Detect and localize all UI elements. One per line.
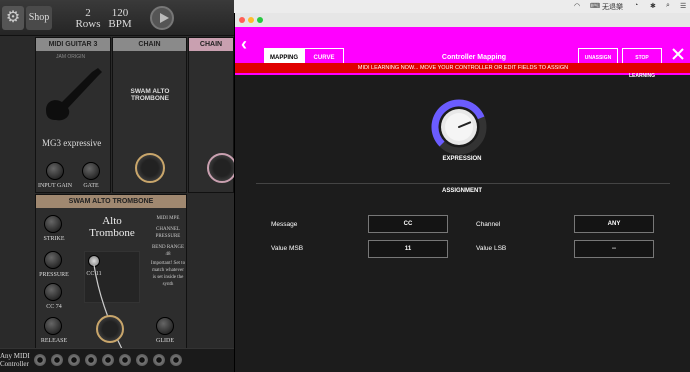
rows-label: Rows xyxy=(75,18,101,30)
bend-range-label: BEND RANGE 48 xyxy=(151,245,185,257)
zoom-window-icon[interactable] xyxy=(257,17,263,23)
midi-guitar-panel[interactable]: MIDI GUITAR 3 JAM ORIGIN MG3 expressive … xyxy=(35,37,111,193)
section-divider xyxy=(256,183,670,184)
chain-panel-2[interactable]: CHAIN xyxy=(188,37,237,193)
input-jack[interactable] xyxy=(153,354,165,366)
volume-icon[interactable]: ◔ xyxy=(634,2,638,9)
input-jack[interactable] xyxy=(51,354,63,366)
any-midi-label: Any MIDI Controller xyxy=(0,352,30,368)
chain-jack[interactable] xyxy=(135,153,165,183)
mpe-label: MIDI MPE xyxy=(156,216,180,221)
learning-banner: MIDI LEARNING NOW... MOVE YOUR CONTROLLE… xyxy=(235,63,690,73)
input-method-label[interactable]: 无退樂 xyxy=(602,2,623,12)
system-menubar: ◠ ⌨ 无退樂 ◔ ✱ ⌕ ☰ xyxy=(234,0,690,13)
window-titlebar xyxy=(235,13,690,27)
control-center-icon[interactable]: ☰ xyxy=(680,2,686,10)
instrument-name-line1: Alto xyxy=(102,215,122,227)
search-icon[interactable]: ⌕ xyxy=(666,2,670,10)
chain-jack[interactable] xyxy=(207,153,237,183)
input-jack[interactable] xyxy=(68,354,80,366)
bpm-label: BPM xyxy=(108,18,132,30)
message-field[interactable]: CC xyxy=(368,215,448,233)
panel-title: CHAIN xyxy=(189,38,233,51)
value-lsb-label: Value LSB xyxy=(476,245,507,252)
controller-mapping-window: ‹ BACK MAPPING CURVE Controller Mapping … xyxy=(234,13,690,372)
cc74-knob[interactable] xyxy=(44,283,62,301)
close-icon[interactable] xyxy=(672,48,684,60)
instrument-name-line2: Trombone xyxy=(89,227,135,239)
minimize-window-icon[interactable] xyxy=(248,17,254,23)
gear-icon[interactable]: ⚙ xyxy=(2,6,24,30)
swam-jack[interactable] xyxy=(96,315,124,343)
play-button[interactable] xyxy=(150,6,174,30)
value-msb-label: Value MSB xyxy=(271,245,304,252)
shop-button[interactable]: Shop xyxy=(26,6,52,30)
input-jack[interactable] xyxy=(170,354,182,366)
glide-knob[interactable] xyxy=(156,317,174,335)
input-jack[interactable] xyxy=(102,354,114,366)
message-label: Message xyxy=(271,221,298,228)
bend-note: Important! Set to match whatever is set … xyxy=(150,261,186,287)
preset-name: MG3 expressive xyxy=(42,138,102,148)
value-lsb-field[interactable]: -- xyxy=(574,240,654,258)
channel-pressure-label: CHANNEL PRESSURE xyxy=(155,227,181,239)
brand-label: JAM ORIGIN xyxy=(56,54,86,60)
channel-field[interactable]: ANY xyxy=(574,215,654,233)
strike-label: STRIKE xyxy=(43,236,65,242)
release-knob[interactable] xyxy=(44,317,62,335)
input-gain-label: INPUT GAIN xyxy=(37,183,73,189)
swam-panel[interactable]: SWAM ALTO TROMBONE Alto Trombone MIDI MP… xyxy=(35,194,187,350)
channel-label: Channel xyxy=(476,221,501,228)
bluetooth-icon[interactable]: ✱ xyxy=(650,2,656,10)
pressure-label: PRESSURE xyxy=(39,272,69,278)
guitar-icon xyxy=(46,68,102,121)
strike-knob[interactable] xyxy=(44,215,62,233)
input-jack[interactable] xyxy=(136,354,148,366)
input-jack[interactable] xyxy=(85,354,97,366)
expression-label: EXPRESSION xyxy=(442,156,482,162)
panel-title: CHAIN xyxy=(113,38,186,51)
any-midi-line2: Controller xyxy=(0,360,29,368)
any-midi-line1: Any MIDI xyxy=(0,352,30,360)
rows-counter[interactable]: 2 Rows xyxy=(70,8,106,30)
value-msb-field[interactable]: 11 xyxy=(368,240,448,258)
glide-label: GLIDE xyxy=(156,338,174,344)
assignment-heading: ASSIGNMENT xyxy=(441,188,482,194)
input-method-icon[interactable]: ⌨ xyxy=(590,2,600,10)
expression-knob[interactable] xyxy=(431,99,487,155)
cc74-label: CC 74 xyxy=(46,304,62,310)
input-gain-knob[interactable] xyxy=(46,162,64,180)
window-title: Controller Mapping xyxy=(441,54,507,61)
panel-title: MIDI GUITAR 3 xyxy=(36,38,110,51)
input-jack[interactable] xyxy=(119,354,131,366)
knob-graphic xyxy=(431,99,487,155)
close-window-icon[interactable] xyxy=(239,17,245,23)
bpm-counter[interactable]: 120 BPM xyxy=(102,8,138,30)
panel-title: SWAM ALTO TROMBONE xyxy=(36,195,186,208)
gate-knob[interactable] xyxy=(82,162,100,180)
chain-instrument-label: SWAM ALTO TROMBONE xyxy=(130,88,170,102)
host-toolbar: ⚙ Shop 2 Rows 120 BPM xyxy=(0,0,234,36)
wifi-icon[interactable]: ◠ xyxy=(574,2,580,10)
back-arrow-icon[interactable]: ‹ xyxy=(241,35,247,53)
release-label: RELEASE xyxy=(40,338,68,344)
instrument-name: Alto Trombone xyxy=(80,215,144,239)
input-jack[interactable] xyxy=(34,354,46,366)
chain-panel[interactable]: CHAIN SWAM ALTO TROMBONE xyxy=(112,37,187,193)
gate-label: GATE xyxy=(83,183,99,189)
mpe-info: MIDI MPE CHANNEL PRESSURE BEND RANGE 48 … xyxy=(150,215,186,288)
pressure-knob[interactable] xyxy=(44,251,62,269)
